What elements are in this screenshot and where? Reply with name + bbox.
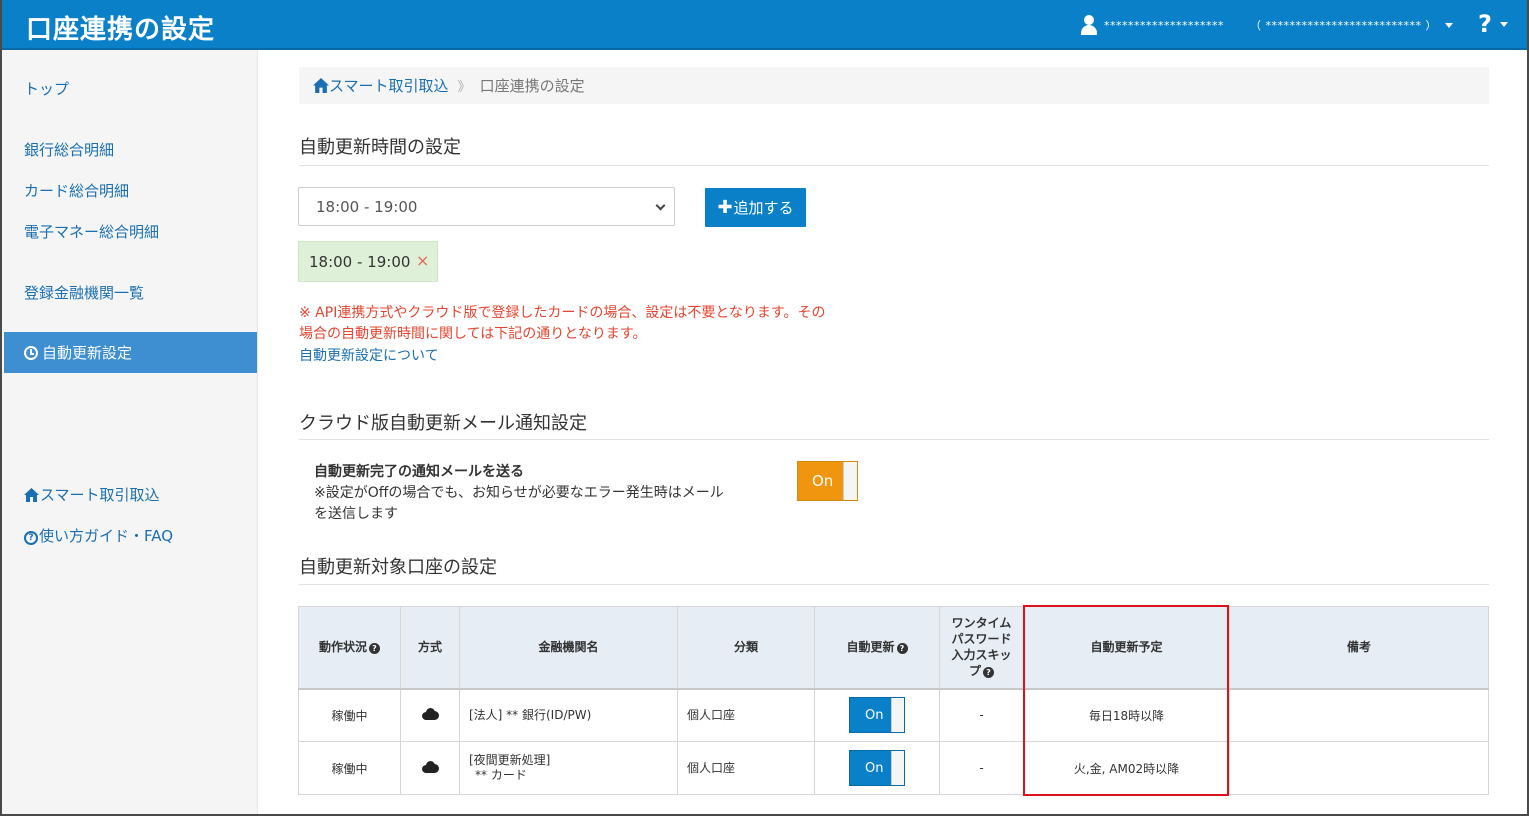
status-cell: 稼働中 — [298, 688, 401, 742]
chevron-down-icon — [1445, 22, 1453, 28]
schedule-column-highlight — [1023, 605, 1229, 796]
sidebar-link-guide-faq[interactable]: ? 使い方ガイド・FAQ — [24, 525, 173, 546]
otp-skip-cell: - — [939, 688, 1024, 742]
section-title-auto-update-time: 自動更新時間の設定 — [299, 137, 461, 158]
auto-update-toggle[interactable]: On — [849, 750, 905, 786]
breadcrumb-current: 口座連携の設定 — [479, 77, 585, 95]
home-icon — [313, 78, 329, 93]
table-row: 稼働中 [法人] ** 銀行(ID/PW) 個人口座 On - 毎日18時以降 — [298, 688, 1489, 742]
method-cell — [400, 688, 460, 742]
section-title-mail-notification: クラウド版自動更新メール通知設定 — [299, 413, 587, 434]
category-cell: 個人口座 — [677, 741, 815, 795]
help-icon[interactable]: ? — [369, 643, 380, 655]
breadcrumb: スマート取引取込 》 口座連携の設定 — [299, 67, 1489, 104]
column-header-category: 分類 — [677, 606, 815, 690]
app-window: 口座連携の設定 ******************** （ *********… — [0, 0, 1529, 816]
remarks-cell — [1229, 688, 1489, 742]
user-menu[interactable]: ******************** （ *****************… — [1080, 14, 1453, 36]
mail-notification-toggle[interactable]: On — [797, 461, 858, 501]
remarks-cell — [1229, 741, 1489, 795]
otp-skip-cell: - — [939, 741, 1024, 795]
sidebar-item-bank-statements[interactable]: 銀行総合明細 — [24, 139, 114, 160]
institution-cell: [法人] ** 銀行(ID/PW) — [459, 688, 678, 742]
help-icon: ? — [1478, 10, 1492, 38]
column-header-method: 方式 — [400, 606, 460, 690]
time-select[interactable]: 18:00 - 19:00 — [298, 187, 675, 226]
mail-notification-note: ※設定がOffの場合でも、お知らせが必要なエラー発生時はメール を送信します — [314, 485, 724, 522]
institution-cell: [夜間更新処理] ** カード — [459, 741, 678, 795]
org-name: （ ************************** ） — [1250, 19, 1437, 32]
time-chip: 18:00 - 19:00 × — [298, 241, 438, 282]
sidebar-item-emoney-statements[interactable]: 電子マネー総合明細 — [24, 221, 159, 242]
question-circle-icon: ? — [24, 531, 38, 545]
section-divider — [299, 584, 1489, 585]
section-divider — [299, 439, 1489, 440]
category-cell: 個人口座 — [677, 688, 815, 742]
cloud-icon — [420, 760, 440, 773]
sidebar-item-institution-list[interactable]: 登録金融機関一覧 — [24, 282, 144, 303]
remove-icon[interactable]: × — [416, 251, 429, 270]
column-header-otp-skip: ワンタイム パスワード 入力スキッ プ? — [939, 606, 1024, 690]
section-divider — [299, 165, 1489, 166]
cloud-icon — [420, 707, 440, 721]
auto-update-cell: On — [814, 688, 940, 742]
help-menu[interactable]: ? — [1478, 10, 1508, 38]
sidebar-item-card-statements[interactable]: カード総合明細 — [24, 180, 129, 201]
column-header-auto-update: 自動更新? — [814, 606, 940, 690]
help-icon[interactable]: ? — [896, 643, 908, 655]
status-cell: 稼働中 — [298, 741, 401, 795]
column-header-institution: 金融機関名 — [459, 606, 678, 690]
section-title-target-accounts: 自動更新対象口座の設定 — [299, 557, 497, 578]
table-header-row: 動作状況? 方式 金融機関名 分類 自動更新? ワンタイム パスワード 入力スキ… — [298, 606, 1489, 690]
chevron-down-icon — [1499, 21, 1508, 27]
sidebar-item-auto-update[interactable]: 自動更新設定 — [4, 332, 257, 373]
toggle-knob — [891, 751, 904, 785]
sidebar-item-top[interactable]: トップ — [24, 78, 69, 99]
top-header: 口座連携の設定 ******************** （ *********… — [2, 0, 1527, 50]
user-name: ******************** — [1104, 18, 1224, 32]
add-time-button[interactable]: ✚ 追加する — [705, 188, 806, 227]
table-row: 稼働中 [夜間更新処理] ** カード 個人口座 On - 火,金, AM02時… — [298, 741, 1489, 795]
home-icon — [24, 488, 39, 502]
column-header-status: 動作状況? — [298, 606, 401, 690]
warning-note: ※ API連携方式やクラウド版で登録したカードの場合、設定は不要となります。その… — [299, 305, 826, 342]
accounts-table: 動作状況? 方式 金融機関名 分類 自動更新? ワンタイム パスワード 入力スキ… — [298, 606, 1489, 795]
toggle-knob — [891, 698, 904, 733]
mail-notification-label: 自動更新完了の通知メールを送る — [314, 464, 524, 480]
auto-update-info-link[interactable]: 自動更新設定について — [299, 345, 439, 365]
clock-icon — [24, 345, 38, 360]
sidebar-link-smart-import[interactable]: スマート取引取込 — [24, 484, 160, 505]
toggle-knob — [843, 462, 857, 500]
user-icon — [1080, 15, 1098, 35]
auto-update-cell: On — [814, 741, 940, 795]
plus-icon: ✚ — [717, 197, 733, 218]
breadcrumb-link-smart-import[interactable]: スマート取引取込 — [313, 75, 449, 96]
page-title: 口座連携の設定 — [26, 15, 216, 45]
chevron-down-icon — [655, 200, 666, 211]
sidebar-item-label: 自動更新設定 — [42, 344, 133, 362]
column-header-remarks: 備考 — [1229, 606, 1489, 690]
method-cell — [400, 741, 460, 795]
breadcrumb-separator: 》 — [457, 80, 471, 95]
sidebar: トップ 銀行総合明細 カード総合明細 電子マネー総合明細 登録金融機関一覧 自動… — [2, 50, 258, 814]
help-icon[interactable]: ? — [983, 667, 994, 679]
auto-update-toggle[interactable]: On — [849, 697, 905, 734]
